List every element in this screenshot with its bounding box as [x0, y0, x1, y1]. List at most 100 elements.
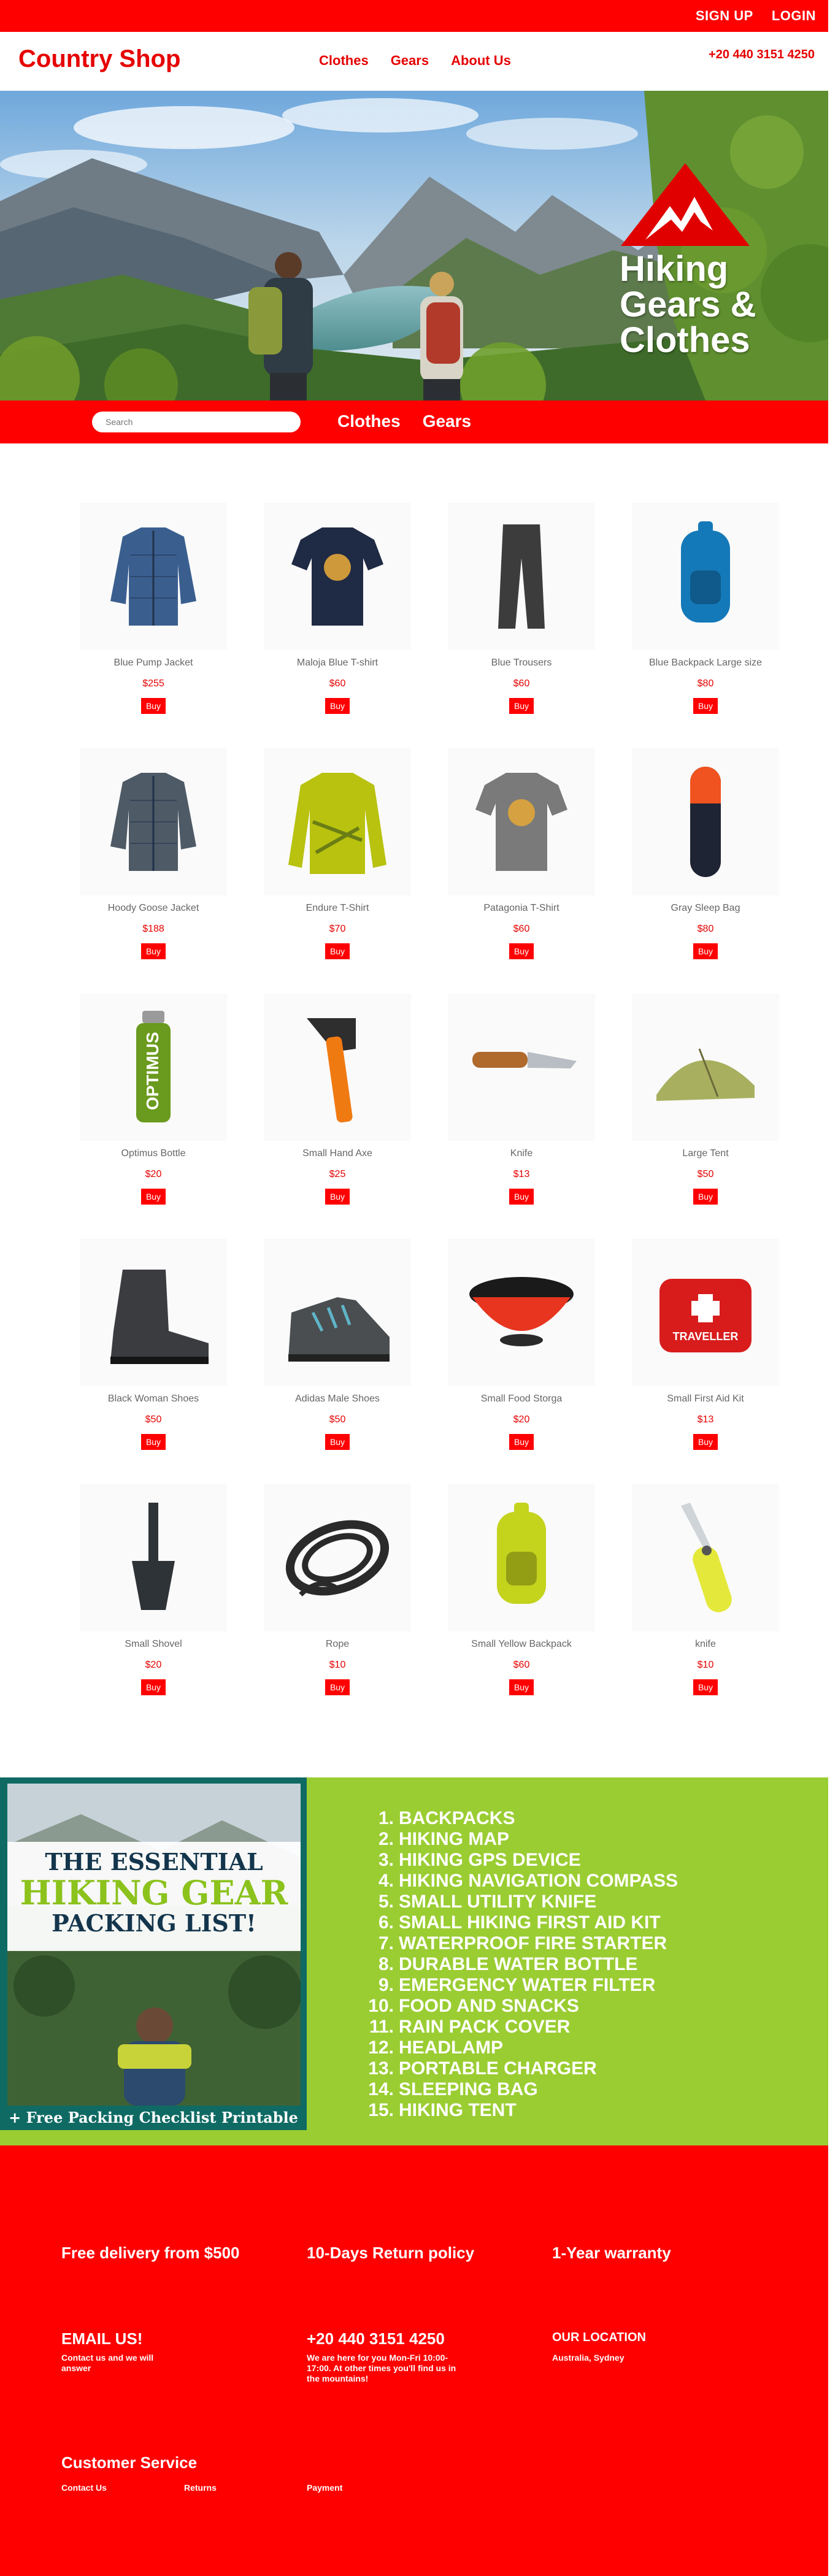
poster-footer: + Free Packing Checklist Printable [9, 2109, 298, 2126]
packing-item-number: 2. [378, 1829, 394, 1849]
hero-title: Hiking Gears & Clothes [620, 251, 756, 358]
packing-item-number: 11. [369, 2017, 394, 2037]
buy-button[interactable]: Buy [140, 1679, 166, 1695]
sleeping-bag-icon [690, 767, 721, 877]
product-card: knife $10 Buy [613, 1484, 798, 1730]
packing-list-item: 5. SMALL UTILITY KNIFE [368, 1892, 678, 1912]
bowl-icon [469, 1277, 574, 1346]
login-link[interactable]: LOGIN [772, 8, 816, 24]
product-image[interactable]: OPTIMUS [80, 994, 227, 1141]
footer-link-contact[interactable]: Contact Us [61, 2483, 107, 2493]
product-image[interactable] [448, 994, 595, 1141]
hero-banner: Hiking Gears & Clothes [0, 91, 828, 401]
packing-list-item: 9. EMERGENCY WATER FILTER [368, 1975, 678, 1996]
buy-button[interactable]: Buy [693, 698, 718, 714]
buy-button[interactable]: Buy [693, 943, 718, 959]
product-image[interactable] [264, 503, 411, 650]
product-price: $80 [697, 924, 714, 934]
band-link-gears[interactable]: Gears [423, 412, 471, 431]
packing-item-number: 9. [378, 1975, 394, 1995]
product-image[interactable] [264, 1484, 411, 1631]
product-price: $10 [329, 1660, 346, 1670]
buy-button[interactable]: Buy [325, 698, 350, 714]
product-name: Small Shovel [125, 1639, 182, 1649]
buy-button[interactable]: Buy [509, 943, 534, 959]
product-price: $13 [697, 1414, 714, 1425]
product-card: OPTIMUS Optimus Bottle $20 Buy [61, 994, 245, 1239]
buy-button[interactable]: Buy [509, 1434, 534, 1450]
product-card: TRAVELLER Small First Aid Kit $13 Buy [613, 1239, 798, 1484]
packing-item-label: BACKPACKS [399, 1808, 515, 1828]
product-image[interactable] [448, 748, 595, 895]
page: SIGN UP LOGIN Country Shop Clothes Gears… [0, 0, 828, 2576]
packing-item-label: HIKING GPS DEVICE [399, 1850, 581, 1870]
product-price: $50 [697, 1169, 714, 1179]
packing-item-label: WATERPROOF FIRE STARTER [399, 1933, 667, 1953]
product-image[interactable] [264, 994, 411, 1141]
product-image[interactable] [264, 1239, 411, 1386]
product-image[interactable] [80, 1239, 227, 1386]
poster-line-3: PACKING LIST! [52, 1909, 256, 1937]
buy-button[interactable]: Buy [325, 943, 350, 959]
footer-link-payment[interactable]: Payment [307, 2483, 342, 2493]
footer-link-returns[interactable]: Returns [184, 2483, 217, 2493]
buy-button[interactable]: Buy [140, 1189, 166, 1205]
product-image[interactable] [632, 503, 779, 650]
product-image[interactable] [448, 503, 595, 650]
search-input[interactable] [92, 412, 301, 432]
signup-link[interactable]: SIGN UP [696, 8, 753, 24]
packing-list-item: 1. BACKPACKS [368, 1808, 678, 1829]
buy-button[interactable]: Buy [140, 698, 166, 714]
product-image[interactable] [632, 748, 779, 895]
product-price: $20 [145, 1169, 162, 1179]
product-image[interactable] [80, 1484, 227, 1631]
hero-title-line: Hiking [620, 249, 729, 289]
packing-list-item: 7. WATERPROOF FIRE STARTER [368, 1933, 678, 1954]
packing-list-item: 2. HIKING MAP [368, 1829, 678, 1850]
product-price: $13 [513, 1169, 530, 1179]
product-image[interactable] [80, 503, 227, 650]
product-price: $10 [697, 1660, 714, 1670]
product-card: Endure T-Shirt $70 Buy [245, 748, 429, 994]
buy-button[interactable]: Buy [325, 1434, 350, 1450]
buy-button[interactable]: Buy [325, 1679, 350, 1695]
shoe-icon [288, 1297, 390, 1362]
buy-button[interactable]: Buy [509, 1189, 534, 1205]
buy-button[interactable]: Buy [140, 1434, 166, 1450]
location-text: Australia, Sydney [552, 2353, 625, 2363]
product-image[interactable] [80, 748, 227, 895]
buy-button[interactable]: Buy [509, 698, 534, 714]
product-card: Hoody Goose Jacket $188 Buy [61, 748, 245, 994]
product-card: Patagonia T-Shirt $60 Buy [429, 748, 613, 994]
product-name: Blue Backpack Large size [648, 657, 763, 668]
product-card: Small Shovel $20 Buy [61, 1484, 245, 1730]
packing-item-label: FOOD AND SNACKS [399, 1996, 579, 2016]
header-phone: +20 440 3151 4250 [709, 48, 815, 61]
product-image[interactable]: TRAVELLER [632, 1239, 779, 1386]
product-image[interactable] [632, 1484, 779, 1631]
brand-logo-text[interactable]: Country Shop [18, 45, 180, 73]
packing-list-item: 8. DURABLE WATER BOTTLE [368, 1954, 678, 1975]
hero-title-line: Gears & [620, 285, 756, 324]
buy-button[interactable]: Buy [509, 1679, 534, 1695]
buy-button[interactable]: Buy [140, 943, 166, 959]
nav-clothes[interactable]: Clothes [319, 53, 369, 69]
product-image[interactable] [448, 1239, 595, 1386]
product-image[interactable] [448, 1484, 595, 1631]
nav-about-us[interactable]: About Us [451, 53, 511, 69]
email-title[interactable]: EMAIL US! [61, 2329, 142, 2348]
band-link-clothes[interactable]: Clothes [337, 412, 401, 431]
packing-item-label: SLEEPING BAG [399, 2079, 538, 2099]
buy-button[interactable]: Buy [693, 1679, 718, 1695]
packing-item-number: 12. [368, 2037, 394, 2058]
product-name: Large Tent [682, 1148, 729, 1159]
product-image[interactable] [264, 748, 411, 895]
nav-gears[interactable]: Gears [391, 53, 429, 69]
packing-item-label: HEADLAMP [399, 2037, 503, 2058]
buy-button[interactable]: Buy [693, 1189, 718, 1205]
buy-button[interactable]: Buy [693, 1434, 718, 1450]
product-card: Small Hand Axe $25 Buy [245, 994, 429, 1239]
buy-button[interactable]: Buy [325, 1189, 350, 1205]
product-image[interactable] [632, 994, 779, 1141]
product-name: Patagonia T-Shirt [483, 903, 559, 913]
